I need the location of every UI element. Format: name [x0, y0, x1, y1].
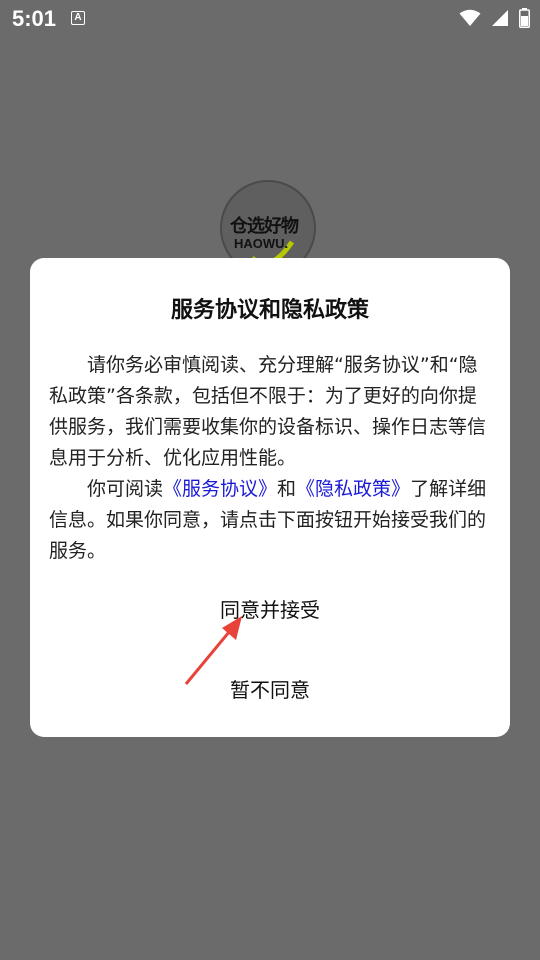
logo-cn-text: 仓选好物 [230, 216, 299, 237]
reject-button[interactable]: 暂不同意 [30, 674, 510, 703]
status-bar: 5:01 A [0, 0, 540, 36]
status-time: 5:01 [12, 6, 57, 31]
dialog-title: 服务协议和隐私政策 [170, 298, 369, 323]
accept-button[interactable]: 同意并接受 [30, 594, 510, 623]
logo-en-text: HAOWU. [234, 236, 289, 251]
wifi-icon [459, 9, 481, 26]
privacy-policy-link[interactable]: 《隐私政策》 [296, 478, 410, 500]
privacy-dialog: 服务协议和隐私政策 请你务必审慎阅读、充分理解“服务协议”和“隐私政策”各条款，… [30, 258, 510, 737]
status-icons [459, 7, 530, 29]
dialog-paragraph-1: 请你务必审慎阅读、充分理解“服务协议”和“隐私政策”各条款，包括但不限于：为了更… [49, 354, 487, 469]
notification-a-icon: A [71, 11, 85, 25]
battery-icon [519, 8, 530, 28]
paragraph-2-middle: 和 [277, 478, 297, 500]
dialog-body: 请你务必审慎阅读、充分理解“服务协议”和“隐私政策”各条款，包括但不限于：为了更… [49, 350, 495, 567]
service-agreement-link[interactable]: 《服务协议》 [163, 478, 277, 500]
cellular-signal-icon [492, 10, 508, 26]
annotation-arrow-icon [184, 616, 242, 685]
dialog-paragraph-2: 你可阅读《服务协议》和《隐私政策》了解详细信息。如果你同意，请点击下面按钮开始接… [49, 474, 495, 567]
paragraph-2-prefix: 你可阅读 [87, 478, 164, 500]
